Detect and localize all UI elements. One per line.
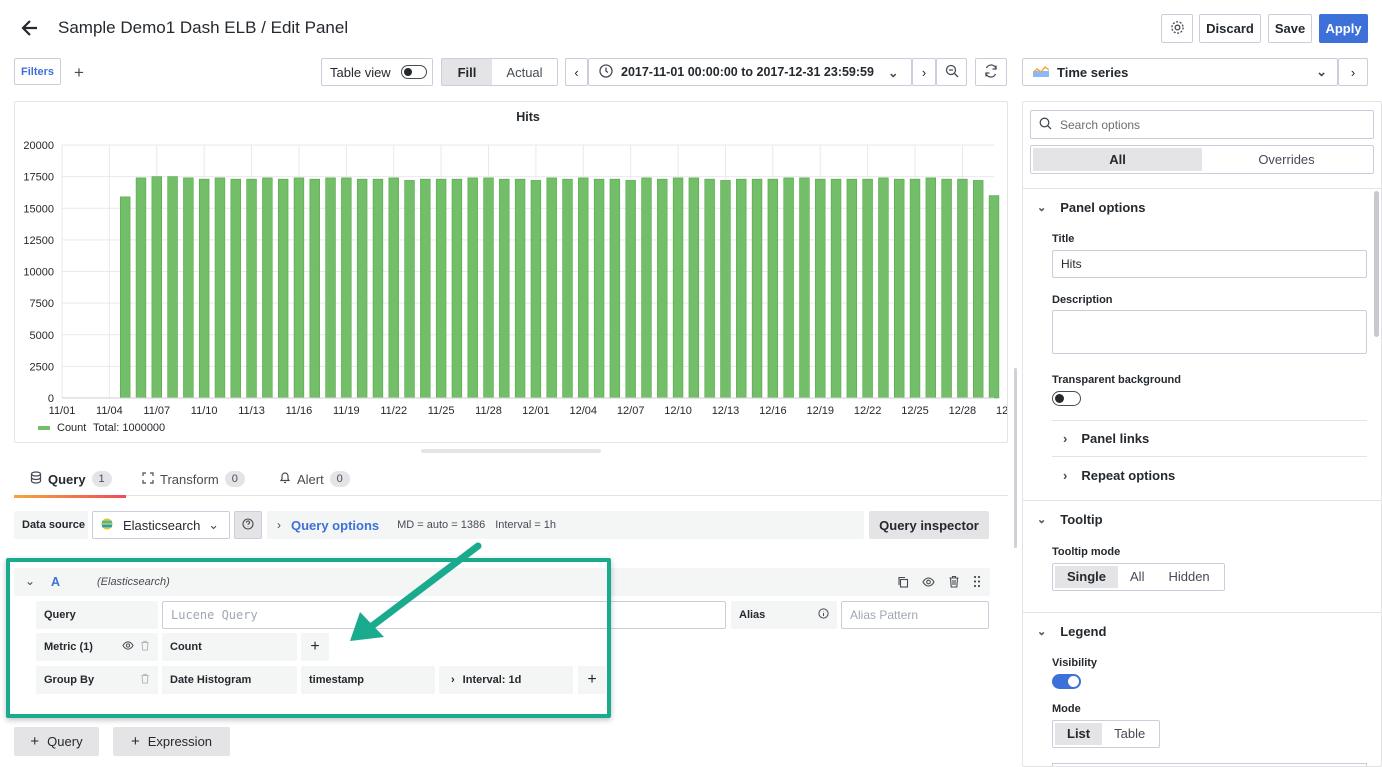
legend-visibility-toggle[interactable] xyxy=(1052,674,1081,689)
legend-table-option[interactable]: Table xyxy=(1102,723,1157,745)
chevron-down-icon: ⌄ xyxy=(1037,514,1047,526)
transparent-background-label: Transparent background xyxy=(1052,374,1181,386)
chevron-right-icon: › xyxy=(1063,468,1068,483)
search-options-input[interactable]: Search options xyxy=(1030,110,1374,139)
visibility-label: Visibility xyxy=(1052,657,1098,669)
add-query-button[interactable]: + Query xyxy=(14,727,99,756)
chevron-down-icon: ⌄ xyxy=(1037,202,1047,214)
title-input[interactable]: Hits xyxy=(1052,250,1367,278)
tooltip-section[interactable]: ⌄ Tooltip xyxy=(1037,512,1103,527)
panel-links-section[interactable]: › Panel links xyxy=(1063,431,1149,446)
legend-mode-radio: List Table xyxy=(1052,720,1161,748)
description-label: Description xyxy=(1052,294,1113,306)
chevron-down-icon: ⌄ xyxy=(1037,626,1047,638)
tab-all[interactable]: All xyxy=(1033,148,1202,171)
tooltip-mode-radio: Single All Hidden xyxy=(1052,563,1225,591)
tooltip-hidden-option[interactable]: Hidden xyxy=(1156,566,1221,588)
options-pane: Search options All Overrides ⌄ Panel opt… xyxy=(1022,101,1382,767)
plus-icon: + xyxy=(130,733,140,750)
chevron-right-icon: › xyxy=(1063,431,1068,446)
tooltip-mode-label: Tooltip mode xyxy=(1052,546,1121,558)
annotation-arrow-query xyxy=(350,542,482,641)
mode-label: Mode xyxy=(1052,703,1081,715)
options-scope-segment: All Overrides xyxy=(1030,145,1374,174)
add-expression-button[interactable]: + Expression xyxy=(113,727,230,756)
description-textarea[interactable] xyxy=(1052,310,1367,354)
tooltip-single-option[interactable]: Single xyxy=(1055,566,1119,588)
options-scrollbar[interactable] xyxy=(1374,191,1379,337)
legend-section[interactable]: ⌄ Legend xyxy=(1037,624,1106,639)
plus-icon: + xyxy=(30,733,40,750)
legend-list-option[interactable]: List xyxy=(1055,723,1103,745)
panel-options-section[interactable]: ⌄ Panel options xyxy=(1037,200,1145,215)
title-label: Title xyxy=(1052,233,1075,245)
search-icon xyxy=(1039,117,1052,133)
repeat-options-section[interactable]: › Repeat options xyxy=(1063,468,1175,483)
tab-overrides[interactable]: Overrides xyxy=(1202,148,1371,171)
legend-placement-input[interactable] xyxy=(1052,763,1367,766)
tooltip-all-option[interactable]: All xyxy=(1118,566,1156,588)
transparent-background-toggle[interactable] xyxy=(1052,391,1081,406)
